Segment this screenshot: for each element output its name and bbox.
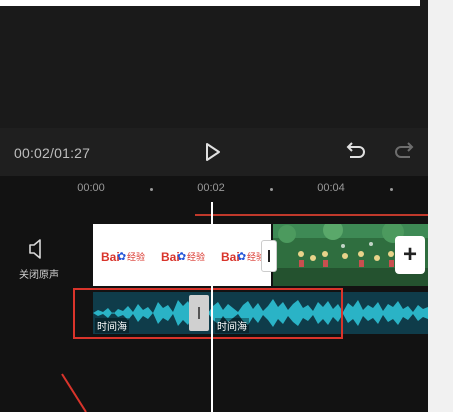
ruler-dot [150,188,153,191]
playhead[interactable] [211,202,213,412]
ruler-dot [390,188,393,191]
mute-original-sound-button[interactable]: 关闭原声 [14,234,64,282]
audio-track[interactable]: 时间海 时间海 [93,292,428,334]
baidu-clip[interactable]: Bai ✿ 经验 Bai ✿ 经验 Bai ✿ 经验 [93,224,271,286]
clip-trim-handle[interactable] [261,240,277,272]
redo-button[interactable] [390,138,418,166]
undo-button[interactable] [342,138,370,166]
baidu-logo: Bai ✿ 经验 [101,250,146,264]
annotation-line [195,214,428,216]
baidu-logo: Bai ✿ 经验 [161,250,206,264]
video-track[interactable]: Bai ✿ 经验 Bai ✿ 经验 Bai ✿ 经验 [93,224,428,286]
time-ruler: 00:00 00:02 00:04 [0,176,428,202]
speaker-icon [29,239,41,259]
undo-icon [346,142,365,158]
video-preview [0,0,428,128]
audio-clip-label: 时间海 [215,318,249,333]
ruler-label: 00:02 [197,182,225,194]
plus-icon: + [402,241,417,268]
audio-waveform [93,299,428,327]
add-clip-button[interactable]: + [395,236,425,274]
mute-label: 关闭原声 [19,270,59,281]
baidu-logo: Bai ✿ 经验 [221,250,266,264]
time-display: 00:02/01:27 [14,145,91,161]
right-margin [428,0,453,412]
play-icon [206,143,220,161]
audio-clip-label: 时间海 [95,318,129,333]
redo-icon [395,142,414,158]
video-frame-edge [0,0,420,6]
annotation-arrow [61,373,87,412]
ruler-label: 00:00 [77,182,105,194]
playback-controls: 00:02/01:27 [0,128,428,176]
ruler-dot [270,188,273,191]
play-button[interactable] [198,138,226,166]
ruler-label: 00:04 [317,182,345,194]
audio-split-handle[interactable] [189,295,209,331]
